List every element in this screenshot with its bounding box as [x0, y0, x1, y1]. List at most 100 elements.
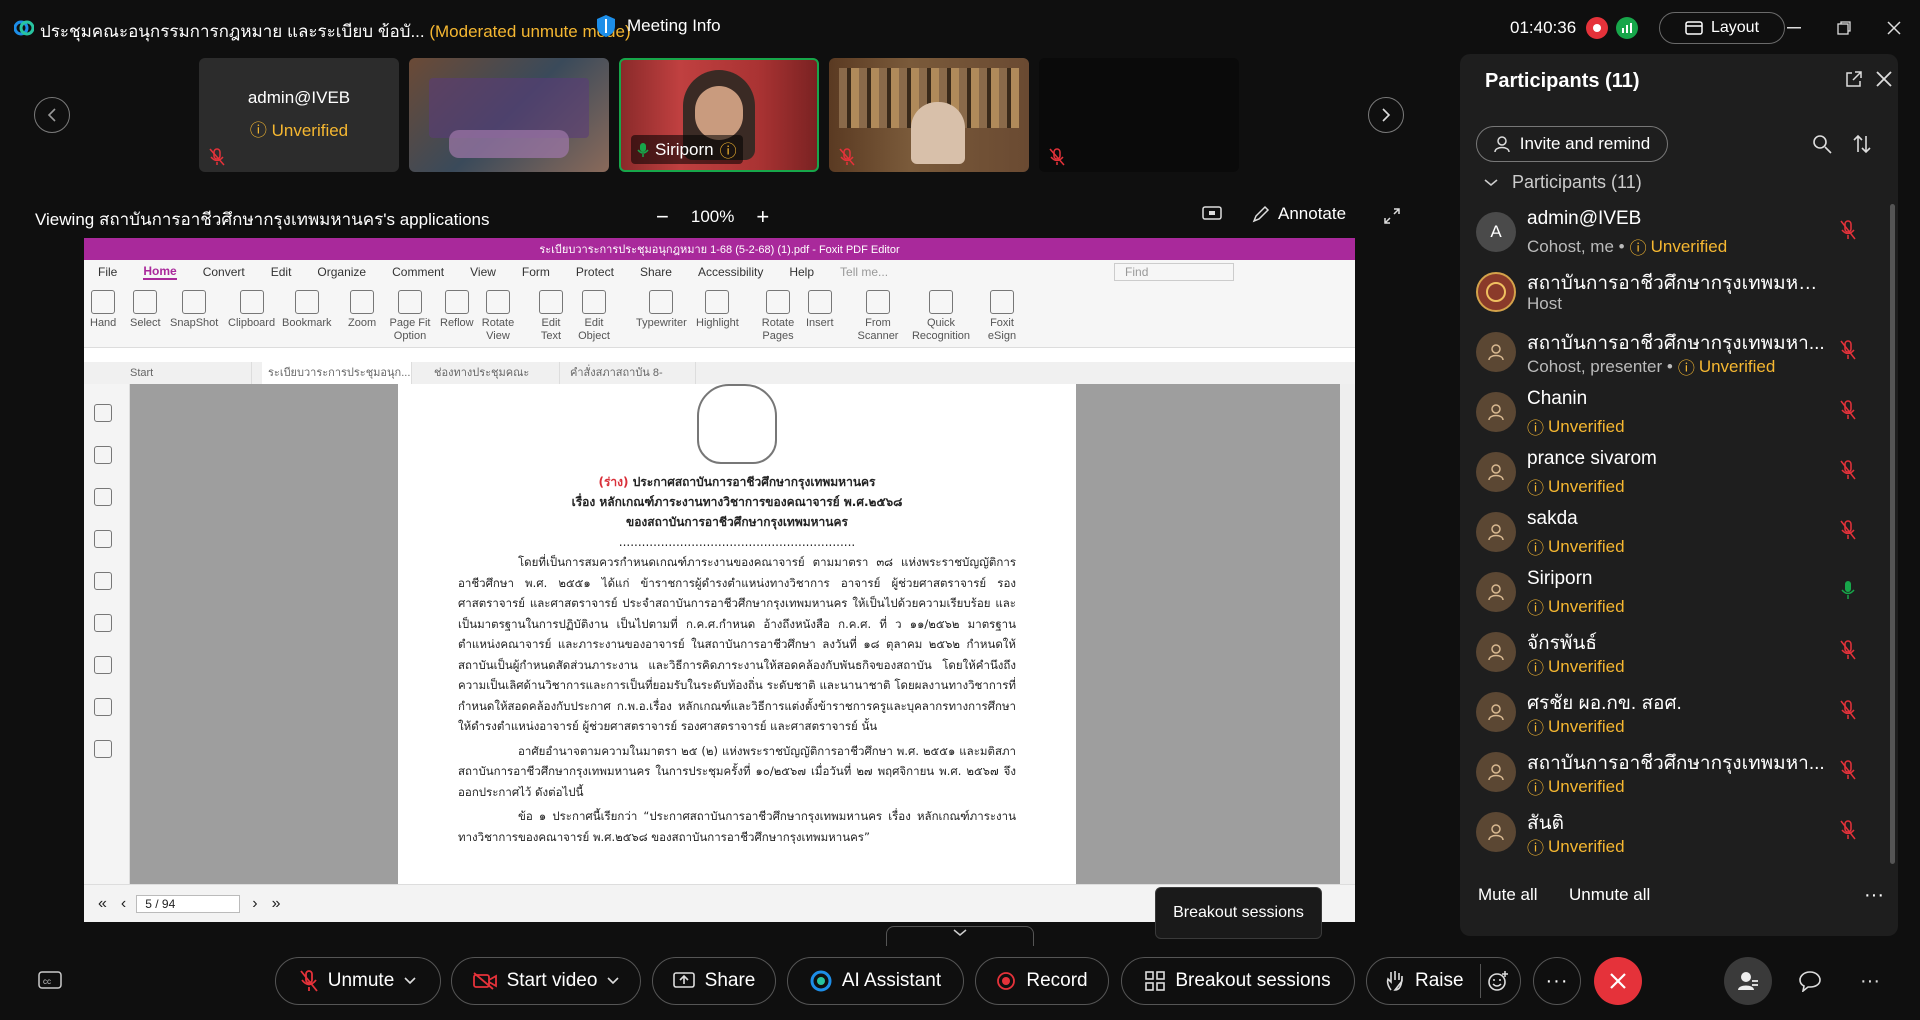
- participant-row[interactable]: สถาบันการอาชีวศึกษากรุงเทพมหา... ⓘ Unver…: [1460, 744, 1880, 804]
- zoom-out-button[interactable]: −: [656, 204, 669, 230]
- menu-accessibility[interactable]: Accessibility: [698, 265, 763, 279]
- signature-panel-icon[interactable]: [94, 698, 112, 716]
- minimize-icon[interactable]: [1782, 16, 1806, 40]
- next-page-icon[interactable]: ›: [252, 895, 257, 913]
- participant-row[interactable]: สถาบันการอาชีวศึกษากรุงเทพมหานคร Host: [1460, 264, 1880, 324]
- tab-agenda[interactable]: ระเบียบวาระการประชุมอนุก...: [262, 362, 412, 384]
- ribbon-insert[interactable]: Insert: [806, 290, 834, 330]
- participant-row[interactable]: Siriporn ⓘ Unverified: [1460, 564, 1880, 624]
- video-tile-admin[interactable]: admin@IVEB ⓘ Unverified: [199, 58, 399, 172]
- annotate-button[interactable]: Annotate: [1252, 204, 1346, 224]
- close-panel-icon[interactable]: [1876, 71, 1892, 87]
- participant-row[interactable]: A admin@IVEB Cohost, me • ⓘ Unverified: [1460, 204, 1880, 264]
- screen-view-icon[interactable]: [1202, 206, 1222, 222]
- participant-row[interactable]: sakda ⓘ Unverified: [1460, 504, 1880, 564]
- ribbon-snapshot[interactable]: SnapShot: [170, 290, 218, 330]
- video-tile-siriporn[interactable]: Siriporn ⓘ: [619, 58, 819, 172]
- muted-mic-icon[interactable]: [1840, 340, 1856, 360]
- video-tile-dark[interactable]: [1039, 58, 1239, 172]
- close-window-icon[interactable]: [1882, 16, 1906, 40]
- tab-meeting-channel[interactable]: ช่องทางประชุมคณะอนุกร...: [428, 362, 560, 401]
- video-strip-prev-button[interactable]: [34, 97, 70, 133]
- muted-mic-icon[interactable]: [1840, 520, 1856, 540]
- record-button[interactable]: Record: [975, 957, 1109, 1005]
- share-button[interactable]: Share: [652, 957, 776, 1005]
- ribbon-quick-recognition[interactable]: Quick Recognition: [910, 290, 972, 343]
- pdf-page[interactable]: (ร่าง) ประกาศสถาบันการอาชีวศึกษากรุงเทพม…: [398, 384, 1076, 884]
- tab-start[interactable]: Start: [124, 362, 252, 384]
- participant-row[interactable]: prance sivarom ⓘ Unverified: [1460, 444, 1880, 504]
- menu-edit[interactable]: Edit: [271, 265, 292, 279]
- video-strip-next-button[interactable]: [1368, 97, 1404, 133]
- participant-row[interactable]: สถาบันการอาชีวศึกษากรุงเทพมหา... Cohost,…: [1460, 324, 1880, 384]
- menu-convert[interactable]: Convert: [203, 265, 245, 279]
- participants-section-header[interactable]: Participants (11): [1484, 172, 1642, 193]
- video-tile-bookshelf[interactable]: [829, 58, 1029, 172]
- page-indicator-input[interactable]: 5 / 94: [136, 894, 241, 913]
- chat-button[interactable]: [1786, 957, 1834, 1005]
- muted-mic-icon[interactable]: [1840, 760, 1856, 780]
- zoom-level[interactable]: 100%: [691, 207, 734, 227]
- attachments-panel-icon[interactable]: [94, 572, 112, 590]
- menu-share[interactable]: Share: [640, 265, 672, 279]
- ribbon-highlight[interactable]: Highlight: [696, 290, 739, 330]
- participant-row[interactable]: จักรพันธ์ ⓘ Unverified: [1460, 624, 1880, 684]
- mute-all-button[interactable]: Mute all: [1478, 885, 1538, 905]
- more-options-button[interactable]: ···: [1533, 957, 1581, 1005]
- content-panel-icon[interactable]: [94, 656, 112, 674]
- ribbon-hand[interactable]: Hand: [90, 290, 116, 330]
- muted-mic-icon[interactable]: [1840, 220, 1856, 240]
- menu-organize[interactable]: Organize: [317, 265, 366, 279]
- tell-me-box[interactable]: Tell me...: [840, 265, 888, 279]
- search-icon[interactable]: [1812, 134, 1832, 154]
- shared-screen[interactable]: ระเบียบวาระการประชุมอนุกฎหมาย 1-68 (5-2-…: [84, 238, 1355, 922]
- unmute-all-button[interactable]: Unmute all: [1569, 885, 1650, 905]
- invite-remind-button[interactable]: Invite and remind: [1476, 126, 1668, 162]
- first-page-icon[interactable]: «: [98, 895, 107, 913]
- ribbon-page-fit[interactable]: Page Fit Option: [388, 290, 432, 343]
- ribbon-bookmark[interactable]: Bookmark: [282, 290, 332, 330]
- expand-icon[interactable]: [1384, 208, 1400, 224]
- comments-panel-icon[interactable]: [94, 488, 112, 506]
- active-mic-icon[interactable]: [1840, 580, 1856, 600]
- unmute-button[interactable]: Unmute: [275, 957, 441, 1005]
- muted-mic-icon[interactable]: [1840, 640, 1856, 660]
- ai-assistant-button[interactable]: AI Assistant: [787, 957, 964, 1005]
- ribbon-foxit-esign[interactable]: Foxit eSign: [984, 290, 1020, 343]
- meeting-info-button[interactable]: Meeting Info: [595, 14, 721, 38]
- bookmark-panel-icon[interactable]: [94, 404, 112, 422]
- menu-comment[interactable]: Comment: [392, 265, 444, 279]
- ribbon-zoom[interactable]: Zoom: [348, 290, 376, 330]
- ellipsis-icon[interactable]: ···: [1864, 884, 1884, 907]
- restore-icon[interactable]: [1832, 16, 1856, 40]
- menu-protect[interactable]: Protect: [576, 265, 614, 279]
- menu-file[interactable]: File: [98, 265, 117, 279]
- collapse-handle[interactable]: [886, 926, 1034, 946]
- ribbon-select[interactable]: Select: [130, 290, 161, 330]
- chevron-down-icon[interactable]: [404, 977, 416, 985]
- find-box[interactable]: Find: [1114, 263, 1235, 281]
- ribbon-reflow[interactable]: Reflow: [440, 290, 474, 330]
- layers-panel-icon[interactable]: [94, 530, 112, 548]
- compare-panel-icon[interactable]: [94, 740, 112, 758]
- participant-row[interactable]: Chanin ⓘ Unverified: [1460, 384, 1880, 444]
- muted-mic-icon[interactable]: [1840, 460, 1856, 480]
- ribbon-from-scanner[interactable]: From Scanner: [854, 290, 902, 343]
- participants-scrollbar[interactable]: [1890, 204, 1895, 864]
- captions-icon[interactable]: cc: [38, 971, 62, 989]
- chevron-down-icon[interactable]: [607, 977, 619, 985]
- muted-mic-icon[interactable]: [1840, 700, 1856, 720]
- raise-hand-button[interactable]: Raise: [1366, 957, 1521, 1005]
- leave-meeting-button[interactable]: [1594, 957, 1642, 1005]
- participant-row[interactable]: ศรชัย ผอ.กข. สอศ. ⓘ Unverified: [1460, 684, 1880, 744]
- participant-row[interactable]: สันติ ⓘ Unverified: [1460, 804, 1880, 864]
- ribbon-edit-object[interactable]: Edit Object: [574, 290, 614, 343]
- menu-home[interactable]: Home: [143, 264, 177, 280]
- muted-mic-icon[interactable]: [1840, 820, 1856, 840]
- video-tile-conference-room[interactable]: [409, 58, 609, 172]
- menu-form[interactable]: Form: [522, 265, 550, 279]
- participants-toggle-button[interactable]: [1724, 957, 1772, 1005]
- security-panel-icon[interactable]: [94, 614, 112, 632]
- prev-page-icon[interactable]: ‹: [121, 895, 126, 913]
- ribbon-rotate-view[interactable]: Rotate View: [480, 290, 516, 343]
